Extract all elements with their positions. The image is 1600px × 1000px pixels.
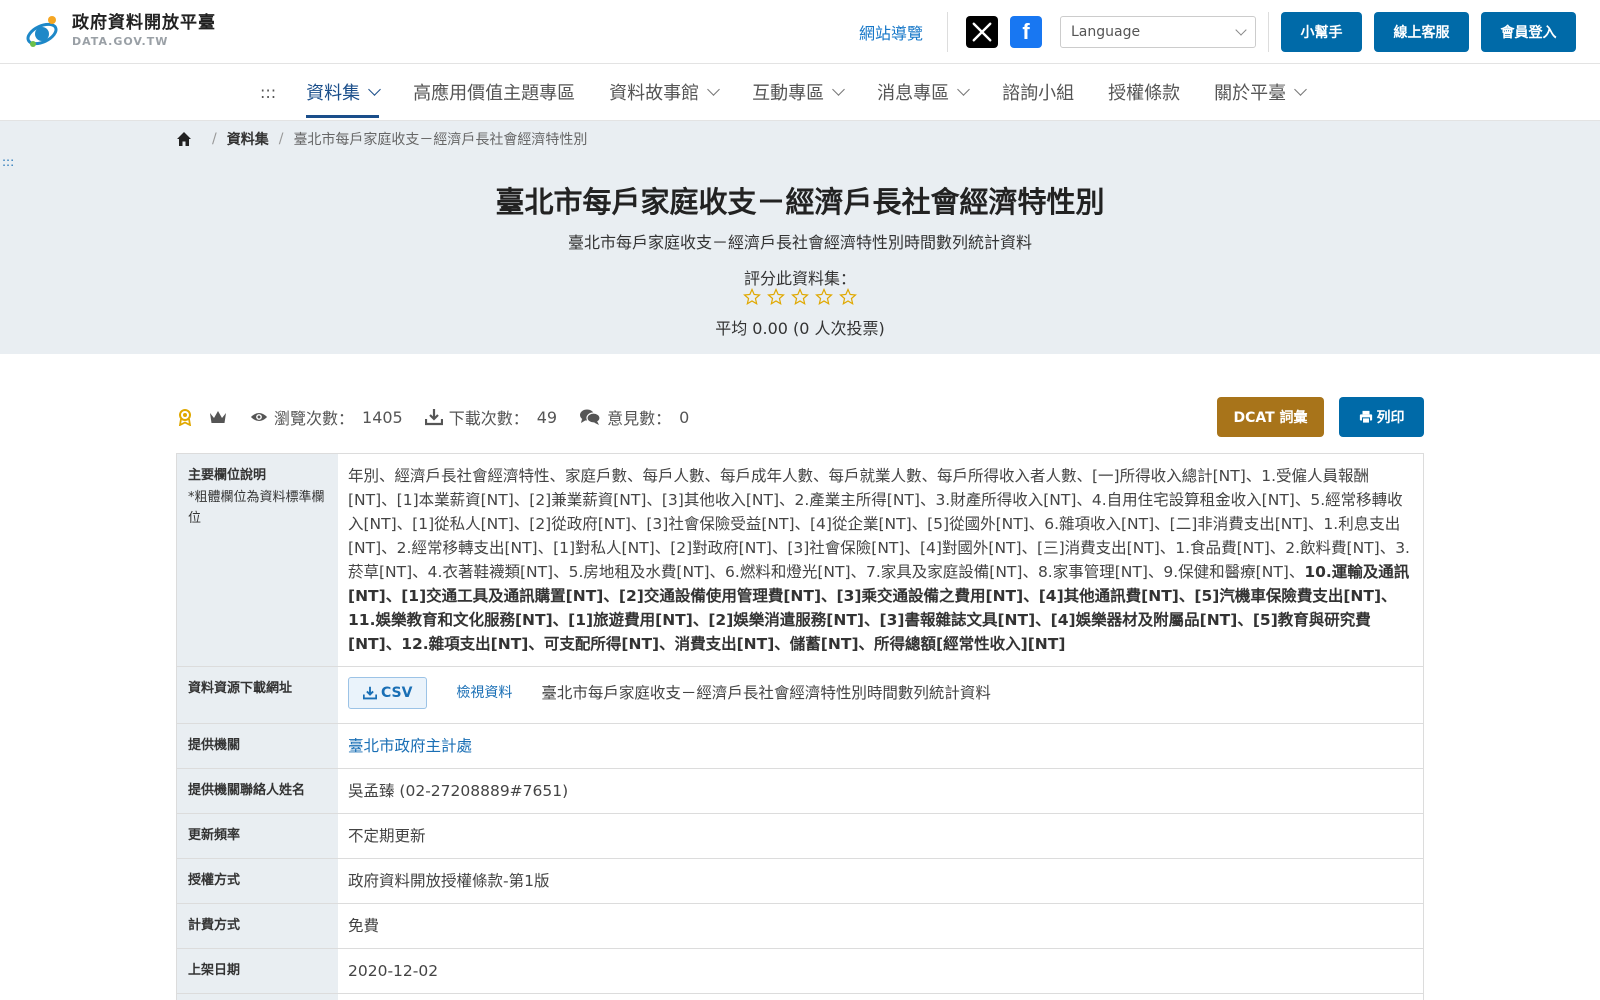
fields-note: *粗體欄位為資料標準欄位 — [188, 490, 325, 526]
divider — [1268, 12, 1269, 52]
download-count: 下載次數： 49 — [424, 405, 557, 429]
view-data-link[interactable]: 檢視資料 — [456, 685, 512, 701]
nav-list: ::: 資料集 高應用價值主題專區 資料故事館 互動專區 消息專區 諮詢小組 授… — [260, 64, 1339, 120]
dataset-description: 臺北市每戶家庭收支－經濟戶長社會經濟特性別時間數列統計資料 — [567, 233, 1032, 252]
contact-header: 提供機關聯絡人姓名 — [177, 769, 338, 813]
star-icon[interactable] — [791, 288, 809, 306]
nav-item-license[interactable]: 授權條款 — [1108, 64, 1180, 120]
star-icon[interactable] — [839, 288, 857, 306]
print-button[interactable]: 列印 — [1339, 397, 1424, 437]
site-logo[interactable]: 政府資料開放平臺 DATA.GOV.TW — [24, 12, 216, 50]
contact-value: 吳孟臻 (02-27208889#7651) — [348, 782, 569, 800]
publish-date-header: 上架日期 — [177, 949, 338, 993]
dataset-info-table: 主要欄位說明 *粗體欄位為資料標準欄位 年別、經濟戶長社會經濟特性、家庭戶數、每… — [176, 453, 1424, 1000]
provider-link[interactable]: 臺北市政府主計處 — [348, 737, 472, 755]
table-row: 資料資源下載網址 CSV 檢視資料 臺北市每戶家庭收支－經濟戶長社會經濟特性別時… — [177, 667, 1423, 724]
breadcrumb-current: 臺北市每戶家庭收支－經濟戶長社會經濟特性別 — [293, 132, 588, 148]
facebook-icon[interactable]: f — [1010, 16, 1042, 48]
eye-icon — [250, 412, 268, 422]
crown-icon — [210, 411, 226, 423]
dataset-hero: / 資料集 / 臺北市每戶家庭收支－經濟戶長社會經濟特性別 ::: 臺北市每戶家… — [0, 121, 1600, 354]
chevron-down-icon — [957, 83, 971, 96]
award-badge-icon — [178, 409, 192, 426]
breadcrumb: / 資料集 / 臺北市每戶家庭收支－經濟戶長社會經濟特性別 — [176, 129, 587, 149]
download-icon — [363, 686, 377, 700]
nav-item-news[interactable]: 消息專區 — [877, 64, 971, 120]
helper-button[interactable]: 小幫手 — [1281, 12, 1362, 52]
table-row — [177, 994, 1423, 1000]
language-placeholder: Language — [1071, 24, 1141, 40]
provider-header: 提供機關 — [177, 724, 338, 768]
star-icon[interactable] — [767, 288, 785, 306]
logo-icon — [26, 16, 58, 47]
site-map-link[interactable]: 網站導覽 — [859, 20, 923, 44]
breadcrumb-datasets[interactable]: 資料集 — [227, 129, 269, 149]
fields-value: 年別、經濟戶長社會經濟特性、家庭戶數、每戶人數、每戶成年人數、每戶就業人數、每戶… — [348, 467, 1410, 653]
nav-item-high-value[interactable]: 高應用價值主題專區 — [413, 64, 575, 120]
rating-stars — [0, 288, 1600, 306]
nav-item-stories[interactable]: 資料故事館 — [609, 64, 721, 120]
home-icon[interactable] — [176, 131, 192, 147]
main-nav: ::: 資料集 高應用價值主題專區 資料故事館 互動專區 消息專區 諮詢小組 授… — [0, 64, 1600, 121]
frequency-value: 不定期更新 — [348, 827, 426, 845]
table-row: 主要欄位說明 *粗體欄位為資料標準欄位 年別、經濟戶長社會經濟特性、家庭戶數、每… — [177, 454, 1423, 667]
logo-name: 政府資料開放平臺 — [72, 13, 216, 33]
chevron-down-icon — [707, 83, 721, 96]
top-header: 政府資料開放平臺 DATA.GOV.TW 網站導覽 f Language 小幫手… — [0, 0, 1600, 64]
download-icon — [424, 409, 443, 426]
star-icon[interactable] — [743, 288, 761, 306]
dataset-stats: 瀏覽次數： 1405 下載次數： 49 意見數： 0 DCAT 詞彙 列印 — [176, 397, 1424, 437]
x-twitter-icon[interactable] — [966, 16, 998, 48]
license-header: 授權方式 — [177, 859, 338, 903]
nav-item-interactive[interactable]: 互動專區 — [752, 64, 846, 120]
csv-download-button[interactable]: CSV — [348, 677, 428, 709]
online-service-button[interactable]: 線上客服 — [1374, 12, 1469, 52]
table-row: 授權方式 政府資料開放授權條款-第1版 — [177, 859, 1423, 904]
nav-item-advisory[interactable]: 諮詢小組 — [1002, 64, 1074, 120]
comment-count: 意見數： 0 — [579, 405, 689, 429]
top-right-tools: 網站導覽 f Language 小幫手 線上客服 會員登入 — [859, 12, 1576, 52]
table-row: 更新頻率 不定期更新 — [177, 814, 1423, 859]
frequency-header: 更新頻率 — [177, 814, 338, 858]
divider — [947, 12, 948, 52]
fee-header: 計費方式 — [177, 904, 338, 948]
table-row: 計費方式 免費 — [177, 904, 1423, 949]
accesskey-anchor[interactable]: ::: — [260, 83, 276, 102]
member-login-button[interactable]: 會員登入 — [1481, 12, 1576, 52]
chevron-down-icon — [832, 83, 846, 96]
fee-value: 免費 — [348, 917, 380, 935]
nav-item-about[interactable]: 關於平臺 — [1214, 64, 1308, 120]
star-icon[interactable] — [815, 288, 833, 306]
license-value: 政府資料開放授權條款-第1版 — [348, 872, 550, 890]
dcat-vocabulary-button[interactable]: DCAT 詞彙 — [1217, 397, 1324, 437]
fields-header: 主要欄位說明 — [188, 468, 267, 483]
language-select[interactable]: Language — [1060, 16, 1256, 48]
printer-icon — [1359, 410, 1372, 424]
chevron-down-icon — [1294, 83, 1308, 96]
download-description: 臺北市每戶家庭收支－經濟戶長社會經濟特性別時間數列統計資料 — [541, 684, 991, 702]
chevron-down-icon — [1235, 24, 1247, 36]
download-header: 資料資源下載網址 — [177, 667, 338, 723]
table-row: 上架日期 2020-12-02 — [177, 949, 1423, 994]
rating-label: 評分此資料集： — [743, 269, 856, 288]
table-row: 提供機關 臺北市政府主計處 — [177, 724, 1423, 769]
content-accesskey[interactable]: ::: — [2, 155, 14, 169]
view-count: 瀏覽次數： 1405 — [250, 405, 403, 429]
logo-sub: DATA.GOV.TW — [72, 35, 169, 48]
nav-item-datasets[interactable]: 資料集 — [306, 64, 382, 120]
page-title: 臺北市每戶家庭收支－經濟戶長社會經濟特性別 — [495, 185, 1105, 219]
rating-average: 平均 0.00 (0 人次投票) — [715, 319, 885, 338]
chevron-down-icon — [368, 83, 382, 96]
publish-date-value: 2020-12-02 — [348, 962, 439, 980]
download-value: CSV 檢視資料 臺北市每戶家庭收支－經濟戶長社會經濟特性別時間數列統計資料 — [338, 667, 1423, 723]
comments-icon — [580, 409, 601, 425]
table-row: 提供機關聯絡人姓名 吳孟臻 (02-27208889#7651) — [177, 769, 1423, 814]
